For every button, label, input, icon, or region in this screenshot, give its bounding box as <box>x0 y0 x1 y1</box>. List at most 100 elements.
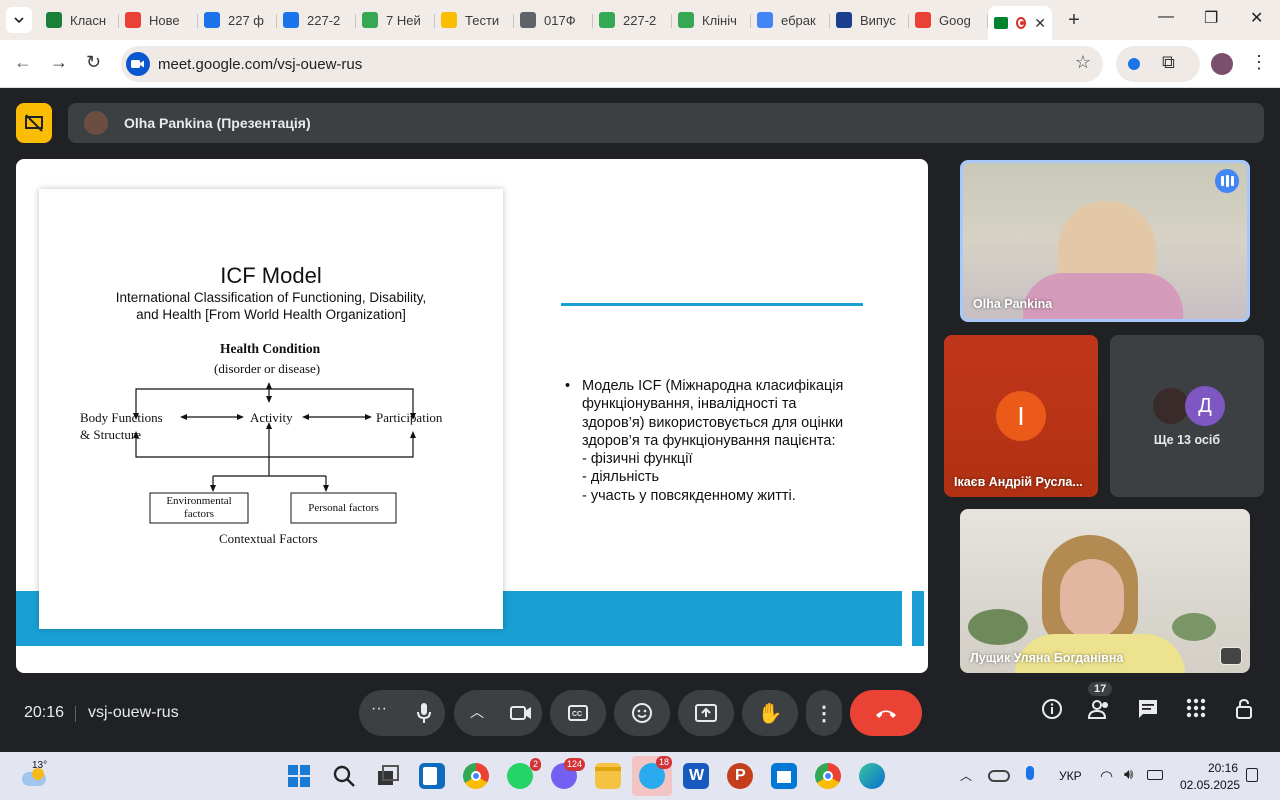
people-button[interactable]: 17 <box>1086 682 1114 726</box>
tab-google-meet[interactable]: ✕ <box>988 6 1052 40</box>
audio-settings-icon[interactable]: ··· <box>371 700 387 718</box>
volume-icon[interactable]: 🔊︎ <box>1124 766 1133 783</box>
task-view-button[interactable] <box>375 763 401 789</box>
tab-favicon-icon <box>441 12 457 28</box>
present-button[interactable] <box>678 690 734 736</box>
tab-6[interactable]: 017Ф <box>514 5 593 35</box>
onedrive-icon[interactable] <box>988 770 1010 782</box>
clock-date[interactable]: 02.05.2025 <box>1180 778 1240 792</box>
tab-search-button[interactable] <box>6 7 32 33</box>
mic-button[interactable] <box>403 692 445 734</box>
more-vert-icon: ⋮ <box>814 702 834 725</box>
battery-icon[interactable] <box>1147 770 1163 780</box>
reactions-button[interactable] <box>614 690 670 736</box>
bookmark-star-icon[interactable]: ☆ <box>1075 52 1091 73</box>
site-info-icon[interactable] <box>126 52 150 76</box>
tab-favicon-icon <box>46 12 62 28</box>
bullet-line: - фізичні функції <box>582 451 693 468</box>
meeting-control-bar: 20:16 vsj-ouew-rus ··· ︿ CC ✋ ⋮ 17 <box>0 682 1280 750</box>
speaking-indicator-icon <box>1215 169 1239 193</box>
start-button[interactable] <box>286 763 312 789</box>
tab-2[interactable]: 227 ф <box>198 5 277 35</box>
meeting-info-icon[interactable] <box>1038 698 1066 726</box>
close-tab-icon[interactable]: ✕ <box>1034 15 1046 32</box>
participant-tile-ikaev[interactable]: І Ікаєв Андрій Русла... <box>944 335 1098 497</box>
video-settings-chevron-icon[interactable]: ︿ <box>470 702 484 722</box>
url-field[interactable]: meet.google.com/vsj-ouew-rus ☆ <box>121 46 1103 82</box>
host-controls-icon[interactable] <box>1230 698 1258 726</box>
stop-presenting-button[interactable] <box>16 103 52 143</box>
telegram-app[interactable]: 18 <box>632 756 672 796</box>
people-icon <box>1087 700 1108 719</box>
tab-9[interactable]: ебрак <box>751 5 830 35</box>
bullet-line: функціонування, інвалідності та <box>582 396 797 413</box>
reload-icon[interactable]: ↻ <box>86 52 101 73</box>
word-app[interactable]: W <box>683 763 709 789</box>
pip-icon[interactable] <box>1220 647 1242 665</box>
tab-favicon-icon <box>757 12 773 28</box>
tab-label: 7 Ней <box>386 12 421 28</box>
camera-button[interactable] <box>500 692 542 734</box>
close-window-icon[interactable]: ✕ <box>1250 8 1263 28</box>
viber-app[interactable]: 124 <box>551 758 585 789</box>
back-icon[interactable]: ← <box>14 52 32 73</box>
health-condition-label: Health Condition <box>220 341 321 356</box>
viber-badge: 124 <box>563 758 585 771</box>
tab-4[interactable]: 7 Ней <box>356 5 435 35</box>
new-tab-button[interactable]: + <box>1060 9 1088 32</box>
clock-time[interactable]: 20:16 <box>1208 761 1238 775</box>
notification-icon[interactable] <box>1246 768 1258 782</box>
windows-taskbar: 13° 2 124 18 W P ︿ УКР ◠ 🔊︎ 20:16 02.05.… <box>0 752 1280 800</box>
self-face <box>1060 559 1124 639</box>
show-hidden-icons[interactable]: ︿ <box>960 767 972 784</box>
chrome-app[interactable] <box>463 763 489 789</box>
participant-tile-main[interactable]: Olha Pankina <box>960 160 1250 322</box>
tab-label: Тести <box>465 12 500 28</box>
tab-7[interactable]: 227-2 <box>593 5 672 35</box>
powerpoint-app[interactable]: P <box>727 763 753 789</box>
extension-dot-icon[interactable] <box>1128 58 1140 70</box>
raise-hand-button[interactable]: ✋ <box>742 690 798 736</box>
forward-icon[interactable]: → <box>50 52 68 73</box>
more-options-button[interactable]: ⋮ <box>806 690 842 736</box>
activities-icon[interactable] <box>1182 698 1210 726</box>
tab-favicon-icon <box>204 12 220 28</box>
tab-favicon-icon <box>915 12 931 28</box>
leave-call-button[interactable] <box>850 690 922 736</box>
tab-1[interactable]: Нове <box>119 5 198 35</box>
tab-11[interactable]: Goog <box>909 5 988 35</box>
tab-8[interactable]: Клініч <box>672 5 751 35</box>
minimize-icon[interactable]: — <box>1158 8 1174 26</box>
chat-icon[interactable] <box>1134 698 1162 726</box>
chrome-profile-app[interactable] <box>815 763 841 789</box>
tab-0[interactable]: Класн <box>40 5 119 35</box>
whatsapp-app[interactable]: 2 <box>507 758 541 789</box>
edge-app[interactable] <box>859 763 885 789</box>
others-tile[interactable]: Д Ще 13 осіб <box>1110 335 1264 497</box>
weather-temp: 13° <box>32 760 48 771</box>
search-button[interactable] <box>331 763 357 789</box>
tab-10[interactable]: Випус <box>830 5 909 35</box>
environmental-line2: factors <box>184 508 214 520</box>
hand-icon: ✋ <box>757 702 783 725</box>
file-explorer-app[interactable] <box>595 763 621 789</box>
emoji-icon <box>632 703 652 723</box>
tab-5[interactable]: Тести <box>435 5 514 35</box>
store-app[interactable] <box>771 763 797 789</box>
outlook-app[interactable] <box>419 763 445 789</box>
weather-widget[interactable]: 13° <box>20 760 48 790</box>
extensions-puzzle-icon[interactable]: ⧉ <box>1162 52 1175 73</box>
tab-3[interactable]: 227-2 <box>277 5 356 35</box>
bullet-line: - діяльність <box>582 469 660 486</box>
browser-menu-icon[interactable]: ⋮ <box>1250 52 1268 73</box>
maximize-icon[interactable]: ❐ <box>1204 8 1218 28</box>
profile-avatar[interactable] <box>1211 53 1233 75</box>
self-view-tile[interactable]: Лущик Уляна Богданівна <box>960 509 1250 673</box>
extensions-area: ⧉ <box>1116 46 1200 82</box>
language-indicator[interactable]: УКР <box>1059 769 1082 783</box>
mic-tray-icon[interactable] <box>1026 766 1034 780</box>
present-off-icon <box>25 114 43 132</box>
svg-text:CC: CC <box>572 711 582 718</box>
wifi-icon[interactable]: ◠ <box>1100 767 1113 785</box>
captions-button[interactable]: CC <box>550 690 606 736</box>
